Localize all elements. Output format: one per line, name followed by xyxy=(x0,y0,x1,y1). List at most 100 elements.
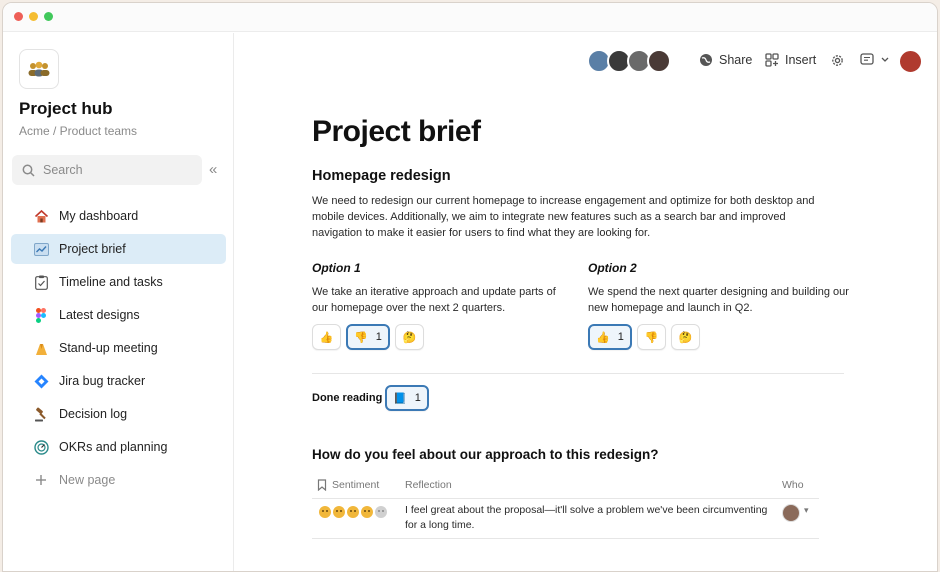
book-icon: 📘 xyxy=(393,392,407,405)
option-2-reactions: 👍 1 👎 🤔 xyxy=(588,324,700,350)
sidebar-item-stand-up-meeting[interactable]: Stand-up meeting xyxy=(11,333,226,363)
search-input[interactable]: Search xyxy=(12,155,202,185)
gavel-icon xyxy=(33,406,49,422)
thinking-reaction[interactable]: 🤔 xyxy=(670,324,700,350)
smiley-icon[interactable] xyxy=(375,506,387,518)
option-1-title: Option 1 xyxy=(312,261,361,275)
house-icon xyxy=(33,208,49,224)
globe-icon xyxy=(700,54,712,66)
thinking-reaction[interactable]: 🤔 xyxy=(394,324,424,350)
sidebar-item-label: Timeline and tasks xyxy=(59,275,163,289)
sentiment-rating[interactable] xyxy=(319,506,387,518)
app-window: Project hub Acme / Product teams Search … xyxy=(2,2,938,572)
target-icon xyxy=(33,439,49,455)
done-reading-label: Done reading xyxy=(312,392,383,404)
reflection-cell[interactable]: I feel great about the proposal—it'll so… xyxy=(405,503,775,532)
chevron-down-icon xyxy=(881,57,889,62)
smiley-icon[interactable] xyxy=(319,506,331,518)
sidebar-item-label: New page xyxy=(59,473,116,487)
sidebar-item-decision-log[interactable]: Decision log xyxy=(11,399,226,429)
collaborator-avatar[interactable] xyxy=(647,49,671,73)
column-header-label: Sentiment xyxy=(332,479,380,491)
thumbs-up-icon: 👍 xyxy=(319,331,334,344)
section-divider xyxy=(312,373,844,374)
sidebar-item-timeline-and-tasks[interactable]: Timeline and tasks xyxy=(11,267,226,297)
workspace-breadcrumb: Acme / Product teams xyxy=(19,124,138,138)
smiley-icon[interactable] xyxy=(361,506,373,518)
sidebar-item-label: Jira bug tracker xyxy=(59,374,146,388)
close-window-button[interactable] xyxy=(14,12,23,21)
thumbs-up-reaction[interactable]: 👍 xyxy=(312,324,341,350)
done-reading-reactions: 📘 1 xyxy=(385,385,429,411)
column-header-reflection[interactable]: Reflection xyxy=(405,479,452,491)
thumbs-down-icon: 👎 xyxy=(354,331,368,344)
document-body: Project brief Homepage redesign We need … xyxy=(235,91,937,571)
column-header-label: Reflection xyxy=(405,479,452,491)
sidebar-item-my-dashboard[interactable]: My dashboard xyxy=(11,201,226,231)
title-bar xyxy=(3,3,937,32)
settings-button[interactable] xyxy=(830,53,851,68)
reaction-count: 1 xyxy=(375,331,382,343)
search-placeholder: Search xyxy=(43,163,83,177)
thumbs-down-reaction[interactable]: 👎 xyxy=(636,324,666,350)
chevron-down-icon[interactable]: ▾ xyxy=(804,505,809,516)
column-header-sentiment[interactable]: Sentiment xyxy=(317,479,379,491)
sidebar-item-label: OKRs and planning xyxy=(59,440,168,454)
insert-grid-icon xyxy=(765,53,779,67)
collapse-sidebar-icon[interactable]: « xyxy=(209,161,217,178)
sidebar-item-okrs-and-planning[interactable]: OKRs and planning xyxy=(11,432,226,462)
minimize-window-button[interactable] xyxy=(29,12,38,21)
sidebar-item-label: Latest designs xyxy=(59,308,140,322)
smiley-icon[interactable] xyxy=(347,506,359,518)
sidebar-item-label: Project brief xyxy=(59,242,126,256)
sidebar-item-new-page[interactable]: New page xyxy=(11,465,226,495)
thinking-face-icon: 🤔 xyxy=(402,331,417,344)
reaction-count: 1 xyxy=(617,331,624,343)
sidebar-item-jira-bug-tracker[interactable]: Jira bug tracker xyxy=(11,366,226,396)
intro-paragraph: We need to redesign our current homepage… xyxy=(312,195,815,239)
clipboard-icon xyxy=(33,274,49,290)
sidebar-item-project-brief[interactable]: Project brief xyxy=(11,234,226,264)
chart-icon xyxy=(33,241,49,257)
sidebar-item-label: Decision log xyxy=(59,407,128,421)
comment-icon xyxy=(860,53,874,65)
share-label: Share xyxy=(719,53,753,67)
option-2-text: We spend the next quarter designing and … xyxy=(588,286,849,314)
sidebar: Project hub Acme / Product teams Search … xyxy=(3,33,234,571)
jira-icon xyxy=(33,373,49,389)
option-1-text: We take an iterative approach and update… xyxy=(312,286,556,314)
sidebar-item-latest-designs[interactable]: Latest designs xyxy=(11,300,226,330)
hands-icon xyxy=(33,340,49,356)
option-2-title: Option 2 xyxy=(588,261,637,275)
thumbs-down-reaction[interactable]: 👎 1 xyxy=(346,324,390,350)
column-header-who[interactable]: Who xyxy=(782,479,804,491)
zoom-window-button[interactable] xyxy=(44,12,53,21)
question-heading: How do you feel about our approach to th… xyxy=(312,447,659,462)
column-header-label: Who xyxy=(782,479,804,491)
table-row-divider xyxy=(312,538,819,539)
option-1-reactions: 👍 👎 1 🤔 xyxy=(312,324,424,350)
insert-button[interactable]: Insert xyxy=(765,53,816,67)
search-icon xyxy=(22,164,35,177)
section-heading: Homepage redesign xyxy=(312,168,451,184)
page-title: Project brief xyxy=(312,115,481,148)
sidebar-item-label: My dashboard xyxy=(59,209,139,223)
thumbs-down-icon: 👎 xyxy=(644,331,659,344)
plus-icon xyxy=(33,472,49,488)
document-toolbar: Share Insert xyxy=(235,33,937,91)
smiley-icon[interactable] xyxy=(333,506,345,518)
thinking-face-icon: 🤔 xyxy=(678,331,693,344)
comments-menu-button[interactable] xyxy=(860,53,895,67)
user-avatar[interactable] xyxy=(898,49,923,74)
insert-label: Insert xyxy=(785,53,817,67)
who-avatar[interactable] xyxy=(782,504,800,522)
bookmark-icon xyxy=(317,479,327,491)
thumbs-up-reaction[interactable]: 👍 1 xyxy=(588,324,632,350)
sidebar-item-label: Stand-up meeting xyxy=(59,341,158,355)
workspace-title: Project hub xyxy=(19,99,113,118)
done-reading-reaction[interactable]: 📘 1 xyxy=(385,385,429,411)
workspace-logo[interactable] xyxy=(19,49,59,89)
share-button[interactable]: Share xyxy=(699,53,752,67)
figma-icon xyxy=(33,307,49,323)
sidebar-nav: My dashboard Project brief Timeline and … xyxy=(11,201,226,498)
